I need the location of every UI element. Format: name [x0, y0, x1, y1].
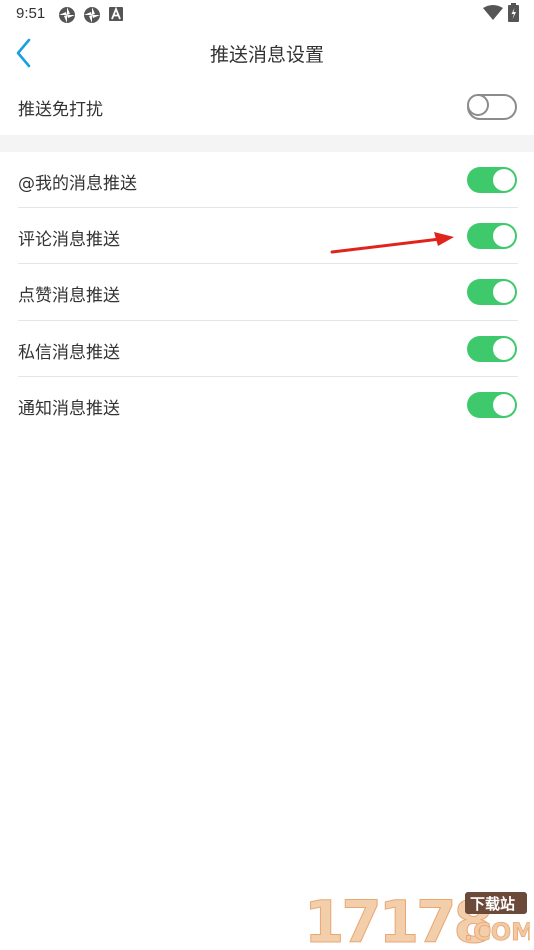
- dnd-toggle[interactable]: [467, 94, 517, 120]
- push-toggle-notifications[interactable]: [467, 392, 517, 418]
- toggle-knob: [493, 281, 515, 303]
- battery-icon: [508, 3, 519, 22]
- push-label-mentions: @我的消息推送: [18, 174, 137, 194]
- page-title: 推送消息设置: [209, 44, 324, 66]
- toggle-knob: [467, 94, 489, 116]
- push-row-messages: 私信消息推送: [0, 321, 534, 377]
- push-toggle-comments[interactable]: [467, 223, 517, 249]
- push-toggle-likes[interactable]: [467, 279, 517, 305]
- toggle-knob: [493, 225, 515, 247]
- toggle-knob: [493, 394, 515, 416]
- toggle-knob: [493, 169, 515, 191]
- dnd-row: 推送免打扰: [0, 78, 534, 135]
- nav-bar: 推送消息设置: [0, 28, 534, 78]
- push-toggle-mentions[interactable]: [467, 167, 517, 193]
- push-row-likes: 点赞消息推送: [0, 264, 534, 320]
- push-toggle-messages[interactable]: [467, 336, 517, 362]
- push-label-likes: 点赞消息推送: [18, 286, 120, 306]
- section-gap: [0, 135, 534, 152]
- push-label-messages: 私信消息推送: [18, 343, 120, 363]
- watermark-logo-icon: 17178 下载站 .COM: [304, 888, 534, 950]
- svg-text:下载站: 下载站: [470, 895, 515, 913]
- toggle-knob: [493, 338, 515, 360]
- push-row-notifications: 通知消息推送: [0, 377, 534, 433]
- push-label-notifications: 通知消息推送: [18, 399, 120, 419]
- push-row-mentions: @我的消息推送: [0, 152, 534, 208]
- dnd-label: 推送免打扰: [18, 100, 103, 120]
- svg-text:.COM: .COM: [464, 918, 530, 946]
- status-time: 9:51: [16, 5, 46, 22]
- aperture-icon: [59, 7, 75, 23]
- push-label-comments: 评论消息推送: [18, 230, 120, 250]
- wifi-icon: [483, 5, 503, 20]
- svg-text:17178: 17178: [304, 890, 491, 946]
- aperture-icon: [84, 7, 100, 23]
- watermark-logo: 17178 下载站 .COM: [302, 888, 534, 950]
- a-icon: [109, 6, 123, 21]
- annotation-arrow-icon: [330, 232, 454, 254]
- status-bar: 9:51: [0, 0, 534, 28]
